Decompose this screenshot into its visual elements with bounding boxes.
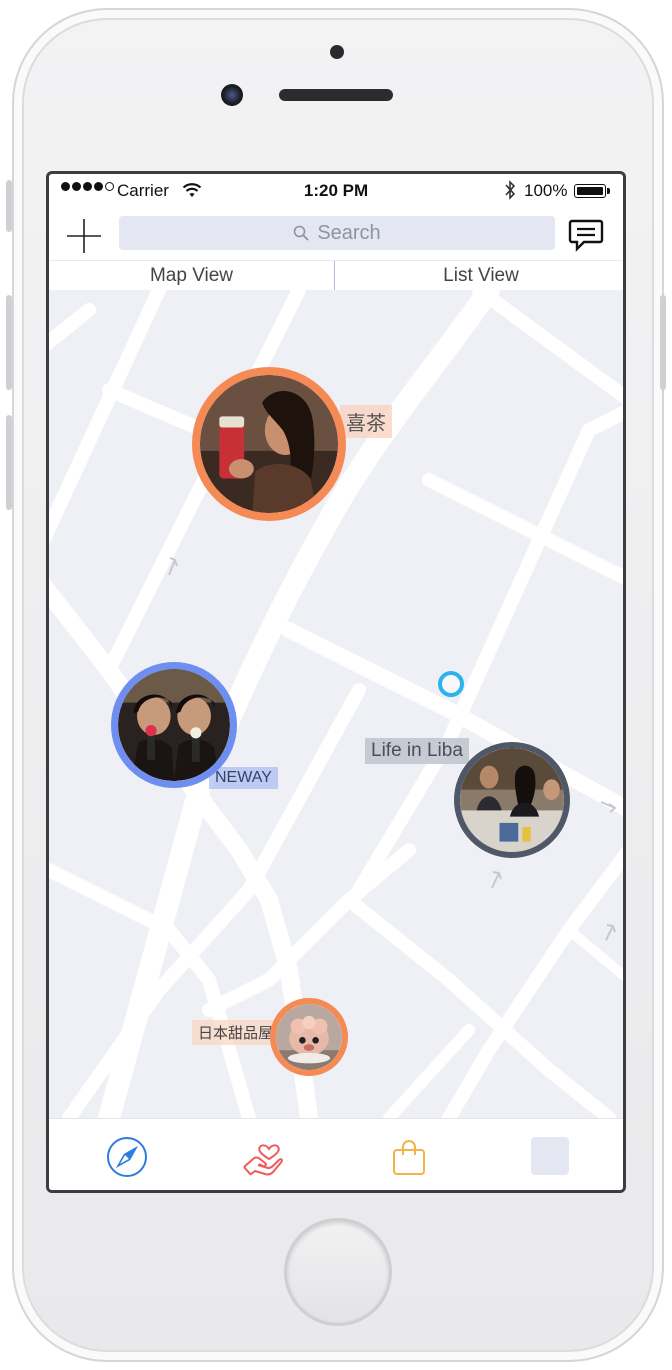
current-location-marker [438, 671, 464, 697]
map-view[interactable]: 喜茶 NEWAY Life in Liba 日本甜品屋 [49, 290, 623, 1118]
segment-divider [334, 261, 335, 291]
volume-up-button [6, 295, 12, 390]
earpiece-speaker [279, 89, 393, 101]
bluetooth-icon [505, 180, 516, 200]
add-icon[interactable] [66, 218, 102, 254]
compass-icon[interactable] [105, 1135, 149, 1179]
status-bar: Carrier 1:20 PM 100% [49, 174, 623, 208]
search-input[interactable]: Search [119, 216, 555, 250]
map-pin-japanese-dessert[interactable] [270, 998, 348, 1076]
map-pin-life-in-liba[interactable] [454, 742, 570, 858]
nav-bar: Search [49, 208, 623, 260]
pin-label-neway[interactable]: NEWAY [209, 767, 278, 789]
bottom-tab-bar [49, 1118, 623, 1190]
map-pin-neway[interactable] [111, 662, 237, 788]
mute-switch [6, 180, 12, 232]
pin-label-life-in-liba[interactable]: Life in Liba [365, 738, 469, 764]
avatar [460, 748, 564, 852]
app-screen: Carrier 1:20 PM 100% Search Map View Lis… [46, 171, 626, 1193]
battery-percent: 100% [524, 181, 568, 200]
search-placeholder: Search [317, 221, 381, 244]
front-camera [221, 84, 243, 106]
view-segmented-control: Map View List View [49, 260, 623, 291]
heart-hand-icon[interactable] [241, 1135, 285, 1179]
proximity-sensor [330, 45, 344, 59]
home-button[interactable] [284, 1218, 392, 1326]
map-pin-xicha[interactable] [192, 367, 346, 521]
power-button [660, 295, 666, 390]
battery-icon [574, 184, 610, 198]
chat-icon[interactable] [568, 218, 604, 252]
profile-placeholder-icon[interactable] [531, 1137, 569, 1175]
avatar [118, 669, 230, 781]
volume-down-button [6, 415, 12, 510]
pin-label-xicha[interactable]: 喜茶 [340, 405, 392, 438]
avatar [276, 1004, 342, 1070]
tab-map-view[interactable]: Map View [49, 261, 334, 291]
avatar [200, 375, 338, 513]
tab-list-view[interactable]: List View [336, 261, 623, 291]
shopping-bag-icon[interactable] [387, 1135, 431, 1179]
pin-label-japanese-dessert[interactable]: 日本甜品屋 [192, 1020, 280, 1045]
search-icon [294, 225, 309, 241]
